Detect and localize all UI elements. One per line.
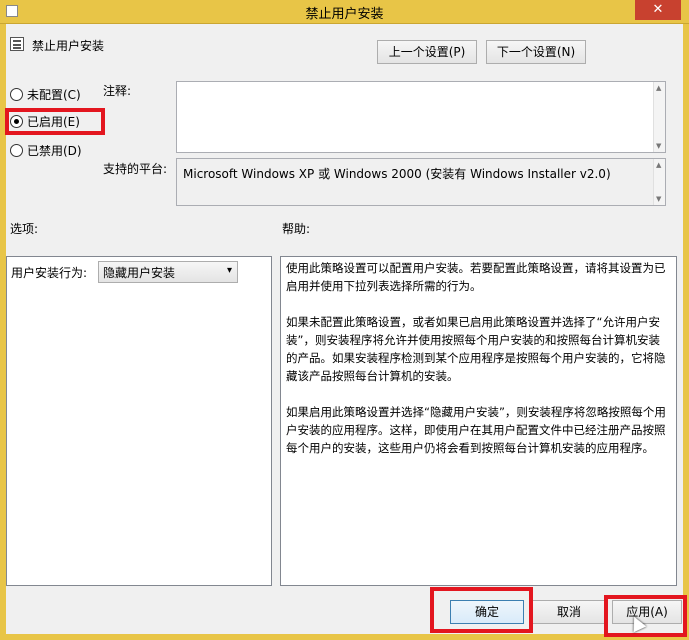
radio-label: 已禁用(D) [27,144,82,158]
highlight-box-enabled [5,108,105,135]
radio-circle[interactable] [10,88,23,101]
scroll-down-icon[interactable]: ▼ [656,142,661,150]
window-title: 禁止用户安装 [305,7,384,22]
platform-label: 支持的平台: [103,162,168,176]
platform-field: Microsoft Windows XP 或 Windows 2000 (安装有… [176,158,666,206]
comment-label: 注释: [103,84,132,98]
help-panel: 使用此策略设置可以配置用户安装。若要配置此策略设置，请将其设置为已启用并使用下拉… [280,256,677,586]
dropdown-value: 隐藏用户安装 [103,266,176,280]
scroll-up-icon[interactable]: ▲ [656,84,661,92]
radio-label: 未配置(C) [27,88,81,102]
install-behavior-dropdown[interactable]: 隐藏用户安装 ▾ [98,261,238,283]
comment-textarea[interactable]: ▲ ▼ [176,81,666,153]
options-panel: 用户安装行为: 隐藏用户安装 ▾ [6,256,272,586]
platform-scrollbar[interactable]: ▲ ▼ [653,159,665,205]
options-label: 选项: [10,222,39,236]
install-behavior-label: 用户安装行为: [11,266,88,280]
radio-not-configured[interactable]: 未配置(C) [10,86,81,103]
radio-circle[interactable] [10,144,23,157]
close-button[interactable]: ✕ [635,0,681,20]
help-label: 帮助: [282,222,311,236]
platform-value: Microsoft Windows XP 或 Windows 2000 (安装有… [183,167,611,181]
comment-scrollbar[interactable]: ▲ ▼ [653,82,665,152]
policy-setting-icon [10,37,24,51]
previous-setting-button[interactable]: 上一个设置(P) [377,40,477,64]
title-bar: 禁止用户安装 ✕ [0,0,689,24]
highlight-box-ok [430,587,533,633]
scroll-down-icon[interactable]: ▼ [656,195,661,203]
radio-disabled[interactable]: 已禁用(D) [10,142,82,159]
scroll-up-icon[interactable]: ▲ [656,161,661,169]
policy-name: 禁止用户安装 [32,39,105,53]
highlight-box-apply [604,595,687,637]
help-paragraph: 使用此策略设置可以配置用户安装。若要配置此策略设置，请将其设置为已启用并使用下拉… [286,261,666,293]
help-text: 使用此策略设置可以配置用户安装。若要配置此策略设置，请将其设置为已启用并使用下拉… [281,257,676,477]
chevron-down-icon[interactable]: ▾ [227,265,232,276]
cancel-button[interactable]: 取消 [532,600,606,624]
help-paragraph: 如果未配置此策略设置，或者如果已启用此策略设置并选择了“允许用户安装”，则安装程… [286,315,666,383]
help-paragraph: 如果启用此策略设置并选择“隐藏用户安装”，则安装程序将忽略按照每个用户安装的应用… [286,405,666,455]
next-setting-button[interactable]: 下一个设置(N) [486,40,586,64]
